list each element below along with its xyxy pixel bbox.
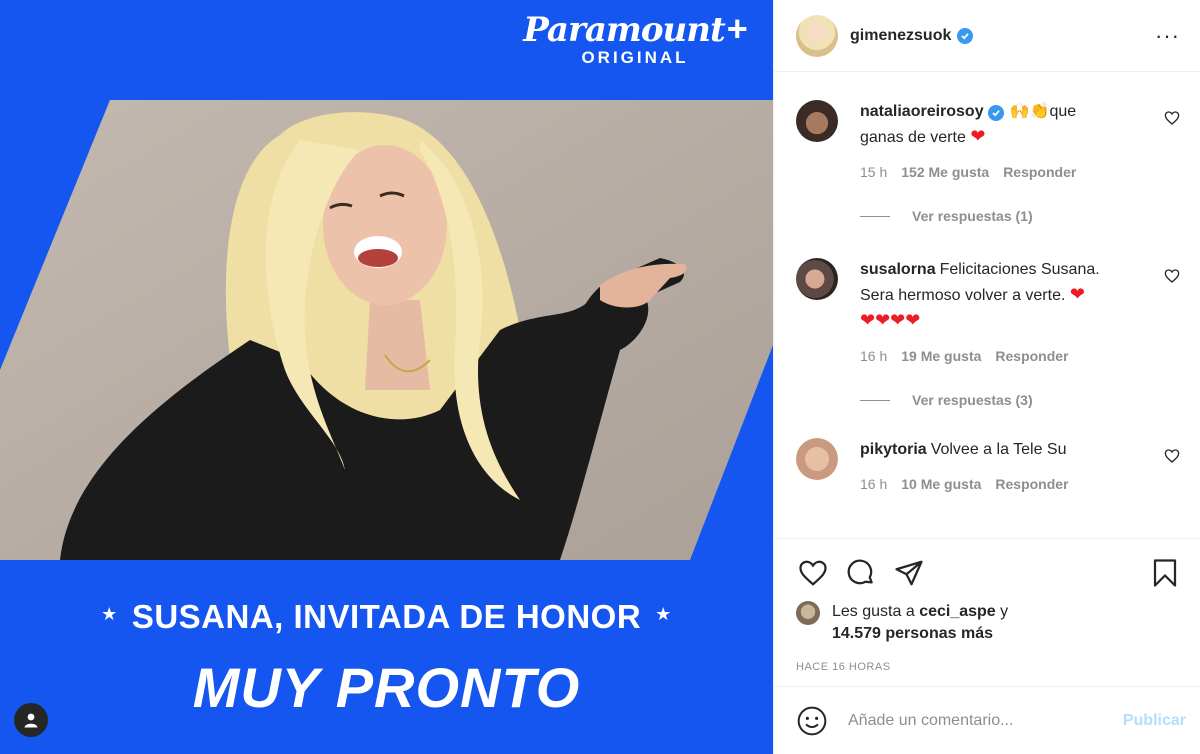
user-icon — [24, 713, 38, 728]
likes-count[interactable]: 14.579 personas más — [832, 625, 993, 642]
comment: susalorna Felicitaciones Susana. Sera her… — [796, 258, 1180, 408]
commenter-avatar[interactable] — [796, 258, 838, 300]
author-avatar[interactable] — [796, 14, 838, 57]
red-heart-emoji: ❤ — [970, 126, 986, 146]
star-icon: ★ — [101, 604, 118, 624]
comment-likes[interactable]: 10 Me gusta — [901, 476, 981, 492]
promo-subheadline: MUY PRONTO — [192, 656, 581, 719]
likes-prefix: Les gusta a — [832, 603, 915, 620]
brand-name: Paramount — [523, 10, 725, 50]
reply-button[interactable]: Responder — [1003, 164, 1076, 180]
add-comment-bar: Publicar — [774, 686, 1200, 754]
more-options-icon[interactable]: ··· — [1155, 23, 1180, 49]
commenter-avatar[interactable] — [796, 100, 838, 142]
share-paper-plane-icon[interactable] — [892, 556, 926, 590]
author-username-text: gimenezsuok — [850, 26, 952, 44]
like-comment-heart-icon[interactable] — [1164, 110, 1180, 126]
save-bookmark-icon[interactable] — [1148, 556, 1182, 590]
like-comment-heart-icon[interactable] — [1164, 268, 1180, 284]
post-timestamp[interactable]: HACE 16 HORAS — [796, 661, 1182, 673]
promo-photo — [0, 100, 773, 560]
post-actions: Les gusta a ceci_aspe y 14.579 personas … — [774, 538, 1200, 673]
comment-bubble-icon[interactable] — [844, 556, 878, 590]
comment-line: 🙌👏que — [1009, 103, 1077, 120]
promo-headline: ★ SUSANA, INVITADA DE HONOR ★ — [0, 598, 773, 636]
view-replies-button[interactable]: Ver respuestas (3) — [860, 392, 1180, 408]
liker-avatar[interactable] — [796, 601, 820, 625]
comment-line: ganas de verte — [860, 129, 966, 146]
paramount-logo: Paramount+ ORIGINAL — [520, 8, 750, 68]
comments-list: nataliaoreirosoy 🙌👏que ganas de verte ❤ 1… — [774, 72, 1200, 538]
comment-line: Felicitaciones Susana. — [939, 261, 1100, 278]
like-comment-heart-icon[interactable] — [1164, 448, 1180, 464]
comment-time: 16 h — [860, 476, 888, 492]
view-replies-label: Ver respuestas (1) — [912, 208, 1033, 224]
comment-username[interactable]: pikytoria — [860, 441, 927, 458]
divider — [860, 215, 890, 217]
commenter-avatar[interactable] — [796, 438, 838, 480]
comment-line: Sera hermoso volver a verte. — [860, 287, 1066, 304]
tagged-users-button[interactable] — [14, 703, 48, 737]
author-username[interactable]: gimenezsuok — [850, 26, 974, 45]
reply-button[interactable]: Responder — [995, 476, 1068, 492]
action-bar — [796, 553, 1182, 593]
post-sidebar: gimenezsuok ··· nataliaoreirosoy 🙌👏que ga… — [773, 0, 1200, 754]
verified-badge-icon — [957, 27, 974, 44]
comment-meta: 16 h 10 Me gusta Responder — [860, 476, 1180, 492]
emoji-smiley-icon[interactable] — [796, 705, 828, 737]
comment-meta: 15 h 152 Me gusta Responder — [860, 164, 1180, 180]
verified-badge-icon — [987, 105, 1004, 121]
publish-button[interactable]: Publicar — [1123, 712, 1186, 730]
brand-sub: ORIGINAL — [581, 48, 689, 67]
reply-button[interactable]: Responder — [995, 348, 1068, 364]
brand-plus: + — [726, 8, 748, 49]
comment-meta: 16 h 19 Me gusta Responder — [860, 348, 1180, 364]
comment-line: Volvee a la Tele Su — [930, 441, 1067, 458]
view-replies-label: Ver respuestas (3) — [912, 392, 1033, 408]
headline-text: SUSANA, INVITADA DE HONOR — [131, 598, 642, 635]
comment-time: 15 h — [860, 164, 888, 180]
comment-text: susalorna Felicitaciones Susana. Sera her… — [860, 258, 1144, 334]
comment-text: pikytoria Volvee a la Tele Su — [860, 438, 1144, 462]
liker-username[interactable]: ceci_aspe — [919, 603, 996, 620]
like-heart-icon[interactable] — [796, 556, 830, 590]
view-replies-button[interactable]: Ver respuestas (1) — [860, 208, 1180, 224]
red-heart-emoji: ❤ — [1069, 284, 1085, 304]
comment-username[interactable]: susalorna — [860, 261, 936, 278]
comment-time: 16 h — [860, 348, 888, 364]
comment-input[interactable] — [848, 711, 1123, 730]
likes-connector: y — [1000, 603, 1009, 620]
comment: pikytoria Volvee a la Tele Su 16 h 10 Me … — [796, 438, 1180, 492]
divider — [860, 399, 890, 401]
comment-likes[interactable]: 19 Me gusta — [901, 348, 981, 364]
red-hearts-emoji: ❤❤❤❤ — [860, 310, 921, 330]
comment-likes[interactable]: 152 Me gusta — [901, 164, 989, 180]
comment-text: nataliaoreirosoy 🙌👏que ganas de verte ❤ — [860, 100, 1144, 150]
comment: nataliaoreirosoy 🙌👏que ganas de verte ❤ 1… — [796, 100, 1180, 224]
likes-summary: Les gusta a ceci_aspe y 14.579 personas … — [796, 601, 1182, 645]
star-icon: ★ — [655, 604, 672, 624]
post-image[interactable]: Paramount+ ORIGINAL ★ SUSANA, INVITADA DE… — [0, 0, 773, 754]
comment-username[interactable]: nataliaoreirosoy — [860, 103, 984, 120]
post-header: gimenezsuok ··· — [774, 0, 1200, 72]
